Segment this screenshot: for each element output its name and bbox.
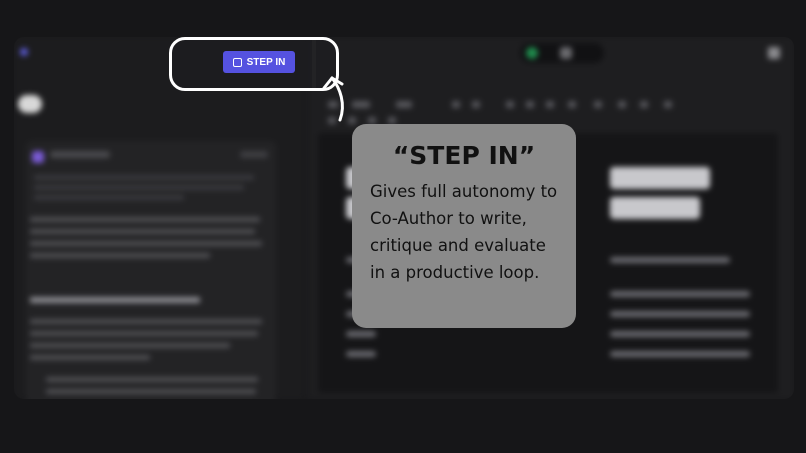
left-panel: [14, 37, 304, 399]
card-title-placeholder: [50, 151, 110, 158]
app-logo-icon: [20, 48, 28, 56]
share-icon[interactable]: [768, 47, 780, 59]
callout-body: Gives full autonomy to Co-Author to writ…: [370, 182, 558, 282]
assistant-card: [26, 141, 276, 399]
step-in-button[interactable]: STEP IN: [223, 51, 295, 73]
step-in-icon: [232, 57, 242, 67]
pointer-arrow-icon: [322, 76, 344, 122]
left-panel-tabs: [18, 95, 42, 113]
assistant-icon: [32, 151, 44, 163]
tab-active[interactable]: [18, 95, 42, 113]
card-action-placeholder[interactable]: [240, 151, 268, 158]
mode-switch[interactable]: [520, 43, 604, 63]
callout-title: “STEP IN”: [392, 141, 536, 170]
step-in-button-label: STEP IN: [246, 56, 286, 68]
step-in-callout: “STEP IN” Gives full autonomy to Co-Auth…: [352, 124, 576, 328]
